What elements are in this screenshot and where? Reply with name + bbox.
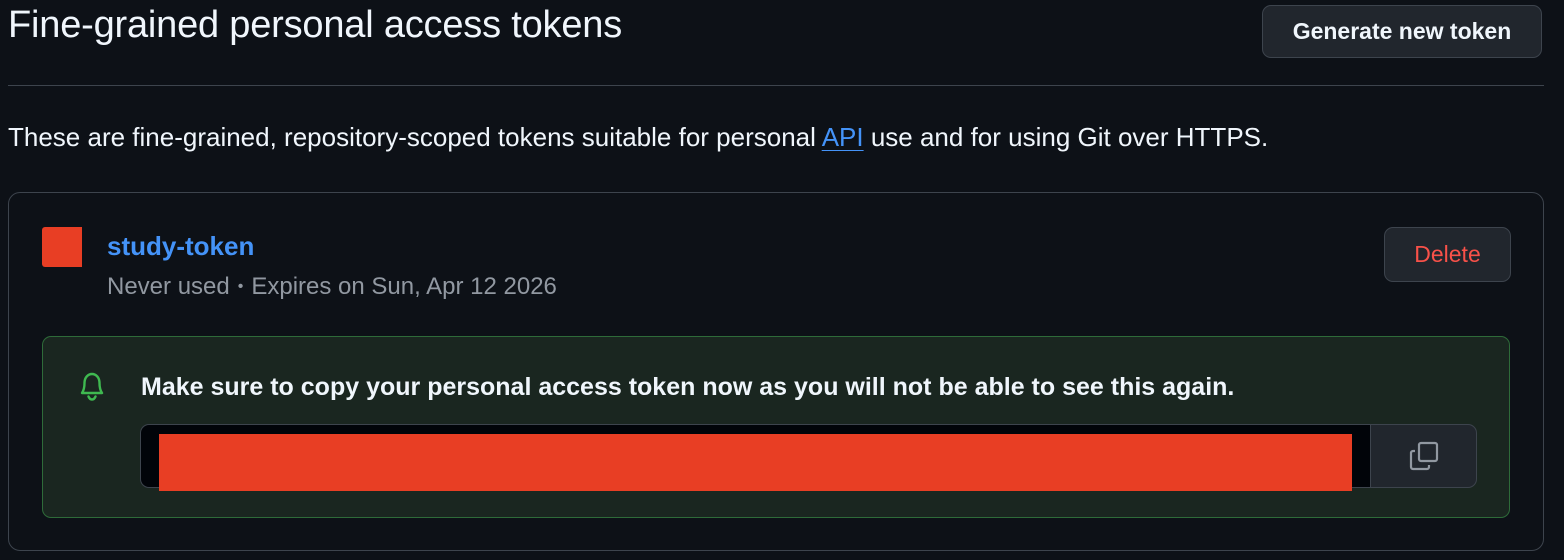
page-header: Fine-grained personal access tokens Gene…: [0, 0, 1564, 86]
api-link[interactable]: API: [822, 122, 864, 152]
copy-token-notice: Make sure to copy your personal access t…: [42, 336, 1510, 518]
meta-separator: •: [237, 278, 244, 295]
header-divider: [8, 85, 1544, 86]
token-usage: Never used: [107, 273, 230, 300]
redacted-token-value: [159, 434, 1352, 491]
copy-token-warning: Make sure to copy your personal access t…: [141, 373, 1235, 401]
page-title: Fine-grained personal access tokens: [8, 4, 623, 46]
tokens-description: These are fine-grained, repository-scope…: [8, 122, 1268, 153]
generate-new-token-button[interactable]: Generate new token: [1262, 5, 1542, 58]
description-text-end: use and for using Git over HTTPS.: [863, 122, 1269, 152]
delete-token-button[interactable]: Delete: [1384, 227, 1511, 282]
description-text-start: These are fine-grained, repository-scope…: [8, 122, 822, 152]
redacted-avatar: [42, 227, 82, 267]
copy-token-button[interactable]: [1370, 424, 1477, 488]
token-name-link[interactable]: study-token: [107, 231, 254, 262]
page: Fine-grained personal access tokens Gene…: [0, 0, 1564, 560]
token-meta: Never used • Expires on Sun, Apr 12 2026: [107, 273, 557, 301]
token-expiry: Expires on Sun, Apr 12 2026: [251, 273, 557, 300]
copy-icon: [1409, 441, 1438, 471]
token-value-field[interactable]: [140, 424, 1371, 491]
bell-icon: [80, 372, 104, 401]
token-list-item: study-token Never used • Expires on Sun, A…: [8, 192, 1544, 551]
